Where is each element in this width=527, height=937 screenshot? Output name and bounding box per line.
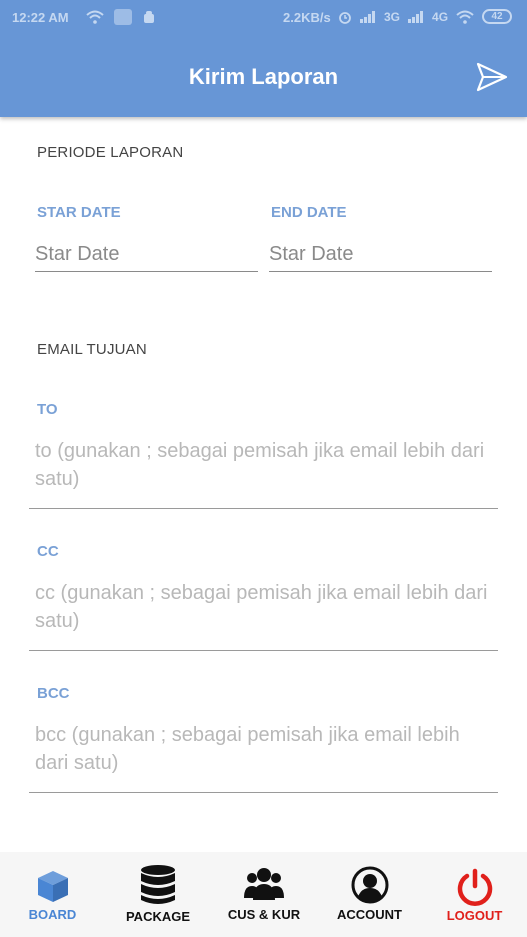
alarm-icon bbox=[339, 11, 351, 24]
wifi-icon bbox=[86, 10, 104, 24]
wifi-signal-icon bbox=[456, 10, 474, 24]
nav-logout[interactable]: LOGOUT bbox=[422, 852, 527, 937]
periode-section-title: PERIODE LAPORAN bbox=[37, 144, 184, 161]
status-bar: 12:22 AM 2.2KB/s 3G 4G 42 bbox=[0, 0, 527, 36]
battery-icon: 42 bbox=[482, 9, 513, 24]
cube-icon bbox=[37, 871, 68, 902]
cc-label: CC bbox=[37, 543, 59, 560]
nav-board-label: BOARD bbox=[28, 907, 77, 922]
start-date-input[interactable] bbox=[35, 238, 258, 272]
to-label: TO bbox=[37, 401, 58, 418]
network-type-2: 4G bbox=[432, 9, 449, 24]
send-button[interactable] bbox=[474, 60, 510, 94]
bottom-navigation: BOARD PACKAGE CUS & KUR ACCOUNT LOGOUT bbox=[0, 852, 527, 937]
nav-package-label: PACKAGE bbox=[125, 909, 191, 924]
status-system-icons: 3G 4G 42 bbox=[338, 9, 513, 24]
send-icon bbox=[476, 62, 508, 92]
status-notification-icons bbox=[86, 9, 156, 25]
notification-app-icon bbox=[114, 9, 132, 25]
email-section-title: EMAIL TUJUAN bbox=[37, 341, 147, 358]
page-title: Kirim Laporan bbox=[188, 64, 339, 89]
start-date-label: STAR DATE bbox=[37, 204, 121, 221]
nav-cus-kur[interactable]: CUS & KUR bbox=[211, 852, 317, 937]
bcc-email-field[interactable] bbox=[29, 721, 498, 793]
signal-icon bbox=[360, 10, 375, 23]
nav-account[interactable]: ACCOUNT bbox=[317, 852, 422, 937]
nav-account-label: ACCOUNT bbox=[337, 907, 402, 922]
signal-icon-2 bbox=[408, 10, 424, 23]
network-type-1: 3G bbox=[384, 9, 401, 24]
nav-board[interactable]: BOARD bbox=[0, 852, 105, 937]
user-circle-icon bbox=[351, 866, 388, 904]
to-email-field[interactable] bbox=[29, 437, 498, 509]
power-icon bbox=[457, 868, 492, 906]
database-icon bbox=[141, 865, 175, 904]
end-date-label: END DATE bbox=[271, 204, 347, 221]
nav-logout-label: LOGOUT bbox=[446, 908, 503, 923]
bcc-label: BCC bbox=[37, 685, 70, 702]
users-icon bbox=[244, 868, 284, 900]
nav-cus-kur-label: CUS & KUR bbox=[227, 907, 301, 922]
nav-package[interactable]: PACKAGE bbox=[105, 852, 211, 937]
status-time: 12:22 AM bbox=[12, 10, 69, 25]
status-speed: 2.2KB/s bbox=[283, 10, 331, 25]
app-bar: 12:22 AM 2.2KB/s 3G 4G 42 Kirim Laporan bbox=[0, 0, 527, 117]
end-date-input[interactable] bbox=[269, 238, 492, 272]
cc-email-field[interactable] bbox=[29, 579, 498, 651]
android-icon bbox=[144, 11, 154, 23]
